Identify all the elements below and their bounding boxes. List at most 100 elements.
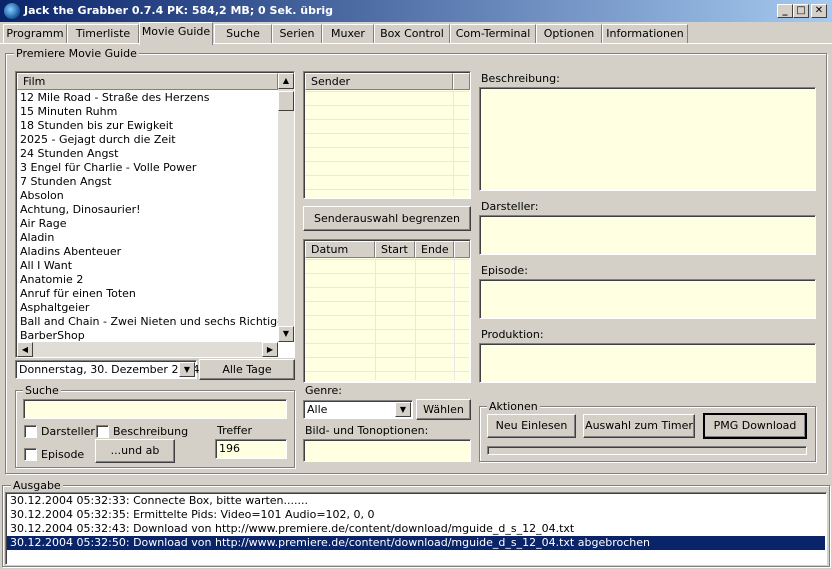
- film-list-item[interactable]: Anatomie 2: [17, 273, 278, 287]
- tab-timerliste[interactable]: Timerliste: [67, 24, 139, 44]
- produktion-label: Produktion:: [481, 328, 544, 341]
- genre-label: Genre:: [305, 384, 343, 397]
- grid-line: [305, 147, 469, 148]
- log-line[interactable]: 30.12.2004 05:32:43: Download von http:/…: [7, 522, 825, 536]
- film-list-item[interactable]: 24 Stunden Angst: [17, 147, 278, 161]
- download-progress-bar: [487, 446, 807, 455]
- darsteller-field[interactable]: [479, 215, 816, 255]
- maximize-button[interactable]: □: [793, 4, 809, 18]
- film-list-item[interactable]: Aladins Abenteuer: [17, 245, 278, 259]
- scroll-thumb[interactable]: [278, 91, 294, 111]
- grid-line: [305, 273, 469, 274]
- choose-genre-button[interactable]: Wählen: [416, 399, 471, 420]
- add-to-timer-button[interactable]: Auswahl zum Timer: [583, 414, 695, 438]
- tab-informationen[interactable]: Informationen: [602, 24, 688, 44]
- tab-movie-guide[interactable]: Movie Guide: [139, 22, 213, 45]
- bild-ton-label: Bild- und Tonoptionen:: [305, 424, 429, 437]
- darsteller-checkbox[interactable]: [24, 425, 37, 438]
- film-list-item[interactable]: Air Rage: [17, 217, 278, 231]
- title-bar[interactable]: Jack the Grabber 0.7.4 PK: 584,2 MB; 0 S…: [0, 0, 832, 22]
- scroll-left-icon[interactable]: ◀: [17, 342, 33, 357]
- film-list[interactable]: Film 12 Mile Road - Straße des Herzens 15…: [15, 71, 295, 358]
- treffer-field[interactable]: 196: [215, 439, 287, 459]
- film-list-item[interactable]: 3 Engel für Charlie - Volle Power: [17, 161, 278, 175]
- output-log[interactable]: 30.12.2004 05:32:33: Connecte Box, bitte…: [5, 492, 827, 565]
- date-value: Donnerstag, 30. Dezember 2004: [19, 363, 200, 376]
- film-list-item[interactable]: Aladin: [17, 231, 278, 245]
- ende-column-header[interactable]: Ende: [415, 241, 454, 258]
- grid-line: [305, 329, 469, 330]
- datum-column-header[interactable]: Datum: [305, 241, 375, 258]
- tab-programm[interactable]: Programm: [3, 24, 67, 44]
- grid-line: [305, 343, 469, 344]
- film-horizontal-scrollbar[interactable]: ◀ ▶: [17, 342, 278, 357]
- limit-sender-button[interactable]: Senderauswahl begrenzen: [303, 206, 471, 231]
- film-list-item[interactable]: 15 Minuten Ruhm: [17, 105, 278, 119]
- beschreibung-checkbox[interactable]: [96, 425, 109, 438]
- beschreibung-checkbox-label: Beschreibung: [113, 425, 189, 438]
- episode-checkbox[interactable]: [24, 448, 37, 461]
- beschreibung-field[interactable]: [479, 87, 816, 191]
- log-line[interactable]: 30.12.2004 05:32:33: Connecte Box, bitte…: [7, 494, 825, 508]
- app-window: Jack the Grabber 0.7.4 PK: 584,2 MB; 0 S…: [0, 0, 832, 569]
- search-input[interactable]: [23, 399, 287, 419]
- grid-line: [305, 133, 469, 134]
- sender-extra-header: [453, 73, 470, 90]
- film-list-item[interactable]: Absolon: [17, 189, 278, 203]
- film-list-item[interactable]: Achtung, Dinosaurier!: [17, 203, 278, 217]
- scroll-down-icon[interactable]: ▼: [278, 326, 294, 342]
- genre-value: Alle: [307, 403, 328, 416]
- chevron-down-icon[interactable]: ▼: [179, 362, 195, 377]
- grid-line: [305, 175, 469, 176]
- actions-legend: Aktionen: [487, 400, 540, 413]
- tab-muxer[interactable]: Muxer: [322, 24, 374, 44]
- pmg-download-button[interactable]: PMG Download: [703, 413, 807, 439]
- log-line[interactable]: 30.12.2004 05:32:35: Ermittelte Pids: Vi…: [7, 508, 825, 522]
- close-button[interactable]: ✕: [811, 4, 827, 18]
- tab-box-control[interactable]: Box Control: [374, 24, 450, 44]
- genre-chevron-down-icon[interactable]: ▼: [395, 402, 411, 417]
- episode-checkbox-label: Episode: [41, 448, 85, 461]
- schedule-list[interactable]: Datum Start Ende: [303, 239, 471, 383]
- minimize-button[interactable]: _: [777, 4, 793, 18]
- scroll-up-icon[interactable]: ▲: [278, 73, 294, 89]
- log-lines: 30.12.2004 05:32:33: Connecte Box, bitte…: [7, 494, 825, 550]
- film-vertical-scrollbar[interactable]: ▲ ▼: [278, 73, 294, 342]
- grid-line: [305, 301, 469, 302]
- start-column-header[interactable]: Start: [375, 241, 415, 258]
- film-column-header[interactable]: Film: [17, 73, 278, 90]
- sender-list[interactable]: Sender: [303, 71, 471, 199]
- tab-optionen[interactable]: Optionen: [536, 24, 602, 44]
- grid-line: [305, 91, 469, 92]
- film-list-item[interactable]: Anruf für einen Toten: [17, 287, 278, 301]
- film-list-item[interactable]: All I Want: [17, 259, 278, 273]
- grid-line: [454, 258, 455, 380]
- tab-serien[interactable]: Serien: [272, 24, 322, 44]
- film-list-item[interactable]: Asphaltgeier: [17, 301, 278, 315]
- film-list-item[interactable]: 2025 - Gejagt durch die Zeit: [17, 133, 278, 147]
- date-select[interactable]: Donnerstag, 30. Dezember 2004 ▼: [15, 360, 200, 379]
- und-ab-button[interactable]: ...und ab: [95, 439, 175, 463]
- grid-line: [305, 119, 469, 120]
- episode-field[interactable]: [479, 279, 816, 319]
- genre-select[interactable]: Alle ▼: [303, 400, 413, 419]
- reload-button[interactable]: Neu Einlesen: [487, 414, 576, 438]
- scroll-right-icon[interactable]: ▶: [262, 342, 278, 357]
- treffer-value: 196: [219, 442, 240, 455]
- film-list-item[interactable]: Ball and Chain - Zwei Nieten und sechs R…: [17, 315, 278, 329]
- tab-com-terminal[interactable]: Com-Terminal: [450, 24, 536, 44]
- sender-column-header[interactable]: Sender: [305, 73, 453, 90]
- film-list-item[interactable]: 7 Stunden Angst: [17, 175, 278, 189]
- all-days-button[interactable]: Alle Tage: [199, 359, 295, 380]
- tab-suche[interactable]: Suche: [214, 24, 272, 44]
- film-list-item[interactable]: BarberShop: [17, 329, 278, 343]
- schedule-extra-header: [454, 241, 470, 258]
- log-line[interactable]: 30.12.2004 05:32:50: Download von http:/…: [7, 536, 825, 550]
- produktion-field[interactable]: [479, 343, 816, 383]
- grid-line: [305, 287, 469, 288]
- bild-ton-field[interactable]: [303, 439, 471, 462]
- beschreibung-label: Beschreibung:: [481, 72, 560, 85]
- grid-line: [415, 258, 416, 380]
- film-list-item[interactable]: 18 Stunden bis zur Ewigkeit: [17, 119, 278, 133]
- film-list-item[interactable]: 12 Mile Road - Straße des Herzens: [17, 91, 278, 105]
